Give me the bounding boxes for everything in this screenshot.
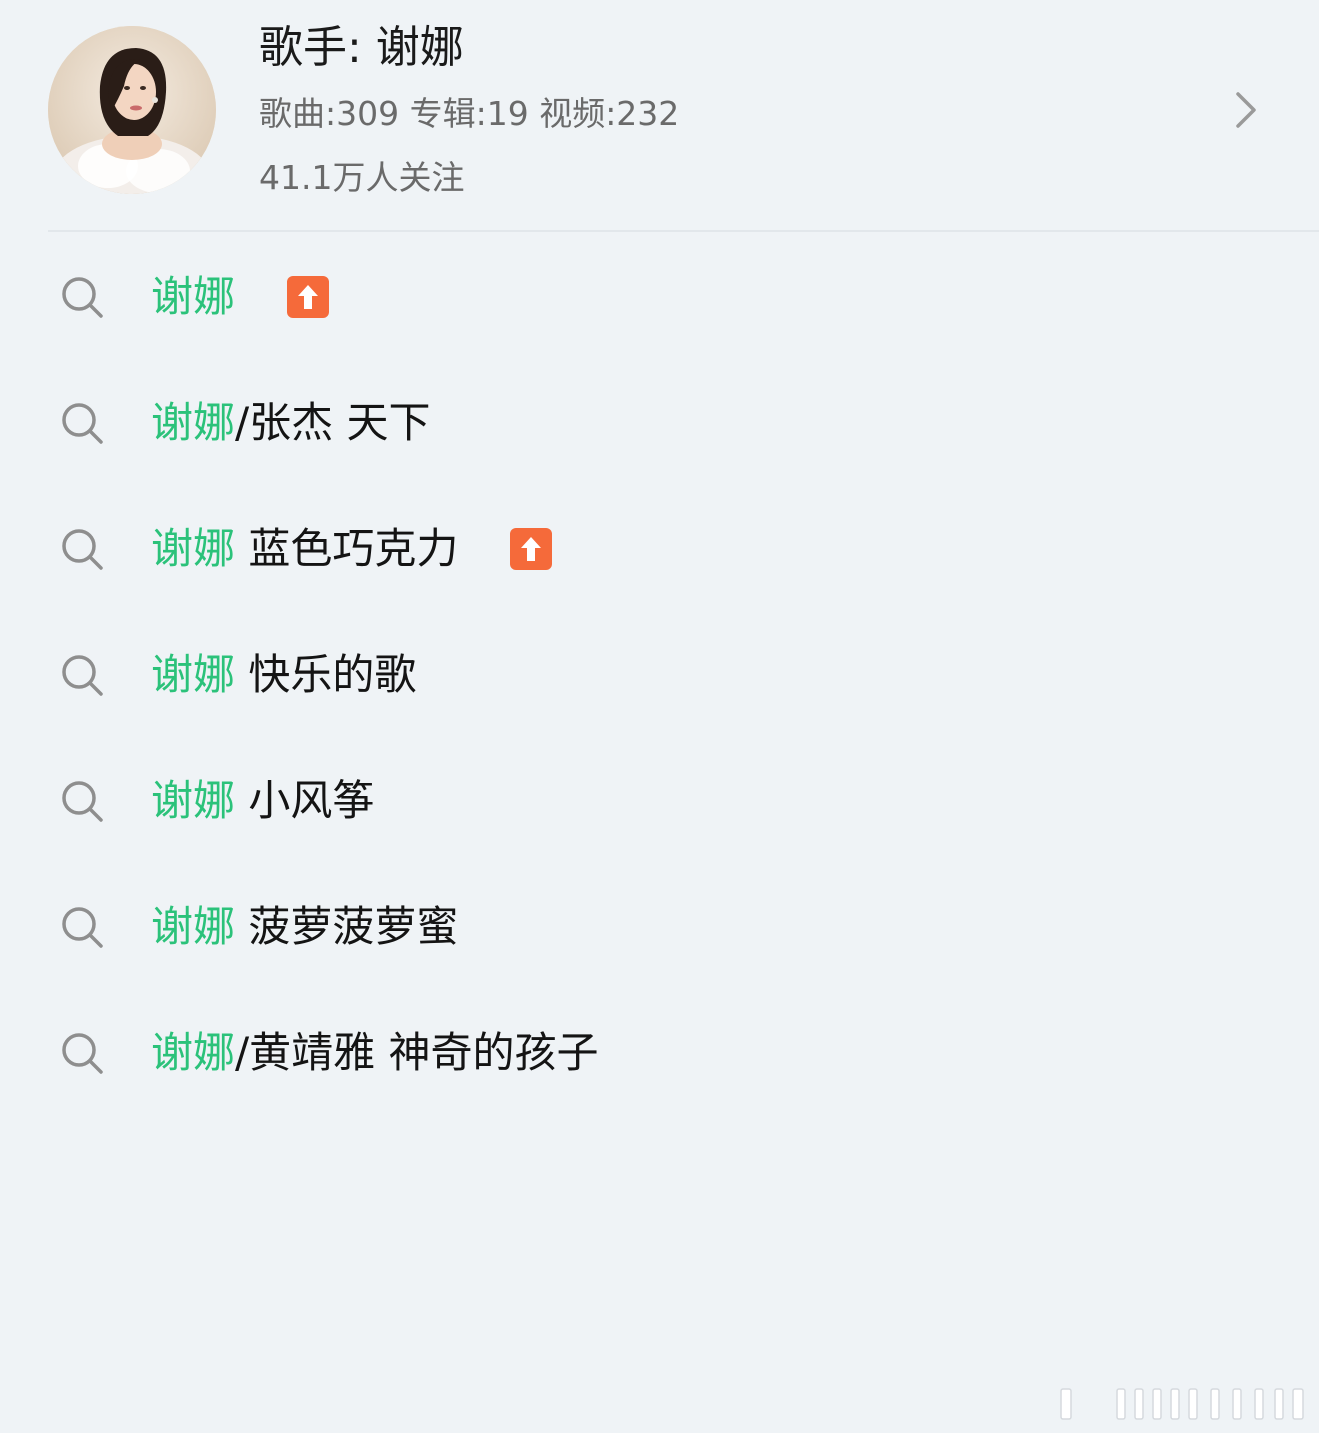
search-suggestion-item[interactable]: 谢娜 — [0, 233, 1319, 359]
artist-name: 歌手: 谢娜 — [259, 22, 464, 73]
trending-up-arrow-icon — [510, 528, 553, 570]
search-icon — [58, 399, 106, 447]
suggestion-text: 谢娜 蓝色巧克力 — [151, 521, 553, 577]
search-icon — [58, 525, 106, 573]
suggestion-text: 谢娜 — [151, 269, 330, 325]
suggestion-text: 谢娜 小风筝 — [151, 773, 374, 829]
suggestion-query: 小风筝 — [235, 776, 375, 825]
search-icon — [58, 651, 106, 699]
trending-up-arrow-icon — [287, 276, 330, 318]
suggestion-query: /张杰 天下 — [235, 398, 431, 447]
suggestion-highlight: 谢娜 — [151, 272, 236, 321]
suggestion-query: /黄靖雅 神奇的孩子 — [235, 1028, 599, 1077]
search-icon — [58, 273, 106, 321]
watermark-bars-icon — [1060, 1388, 1304, 1420]
chevron-right-icon[interactable] — [1226, 88, 1266, 132]
suggestion-highlight: 谢娜 — [151, 398, 236, 447]
suggestion-query: 蓝色巧克力 — [235, 524, 459, 573]
search-suggestion-item[interactable]: 谢娜 菠萝菠萝蜜 — [0, 863, 1319, 989]
search-suggestion-item[interactable]: 谢娜 小风筝 — [0, 737, 1319, 863]
search-icon — [58, 903, 106, 951]
suggestion-query: 菠萝菠萝蜜 — [235, 902, 459, 951]
avatar-photo — [48, 26, 216, 194]
search-icon — [58, 777, 106, 825]
artist-avatar — [48, 26, 216, 194]
artist-card[interactable]: 歌手: 谢娜 歌曲:309 专辑:19 视频:232 41.1万人关注 — [0, 0, 1319, 230]
artist-followers: 41.1万人关注 — [259, 158, 465, 197]
search-suggestion-list: 谢娜 谢娜/张杰 天下 谢娜 蓝色巧克力 谢娜 快乐的歌 谢娜 小风筝 谢娜 菠萝菠萝蜜谢… — [0, 233, 1319, 1115]
suggestion-highlight: 谢娜 — [151, 524, 236, 573]
search-suggestion-item[interactable]: 谢娜/黄靖雅 神奇的孩子 — [0, 989, 1319, 1115]
suggestion-query: 快乐的歌 — [235, 650, 417, 699]
suggestion-text: 谢娜/黄靖雅 神奇的孩子 — [151, 1025, 599, 1081]
suggestion-text: 谢娜 菠萝菠萝蜜 — [151, 899, 458, 955]
suggestion-highlight: 谢娜 — [151, 902, 236, 951]
search-suggestion-item[interactable]: 谢娜/张杰 天下 — [0, 359, 1319, 485]
artist-stats: 歌曲:309 专辑:19 视频:232 — [259, 94, 680, 133]
search-suggestion-item[interactable]: 谢娜 快乐的歌 — [0, 611, 1319, 737]
divider — [48, 230, 1319, 232]
suggestion-text: 谢娜 快乐的歌 — [151, 647, 416, 703]
suggestion-highlight: 谢娜 — [151, 650, 236, 699]
suggestion-highlight: 谢娜 — [151, 776, 236, 825]
suggestion-highlight: 谢娜 — [151, 1028, 236, 1077]
suggestion-text: 谢娜/张杰 天下 — [151, 395, 431, 451]
search-icon — [58, 1029, 106, 1077]
search-suggestion-item[interactable]: 谢娜 蓝色巧克力 — [0, 485, 1319, 611]
